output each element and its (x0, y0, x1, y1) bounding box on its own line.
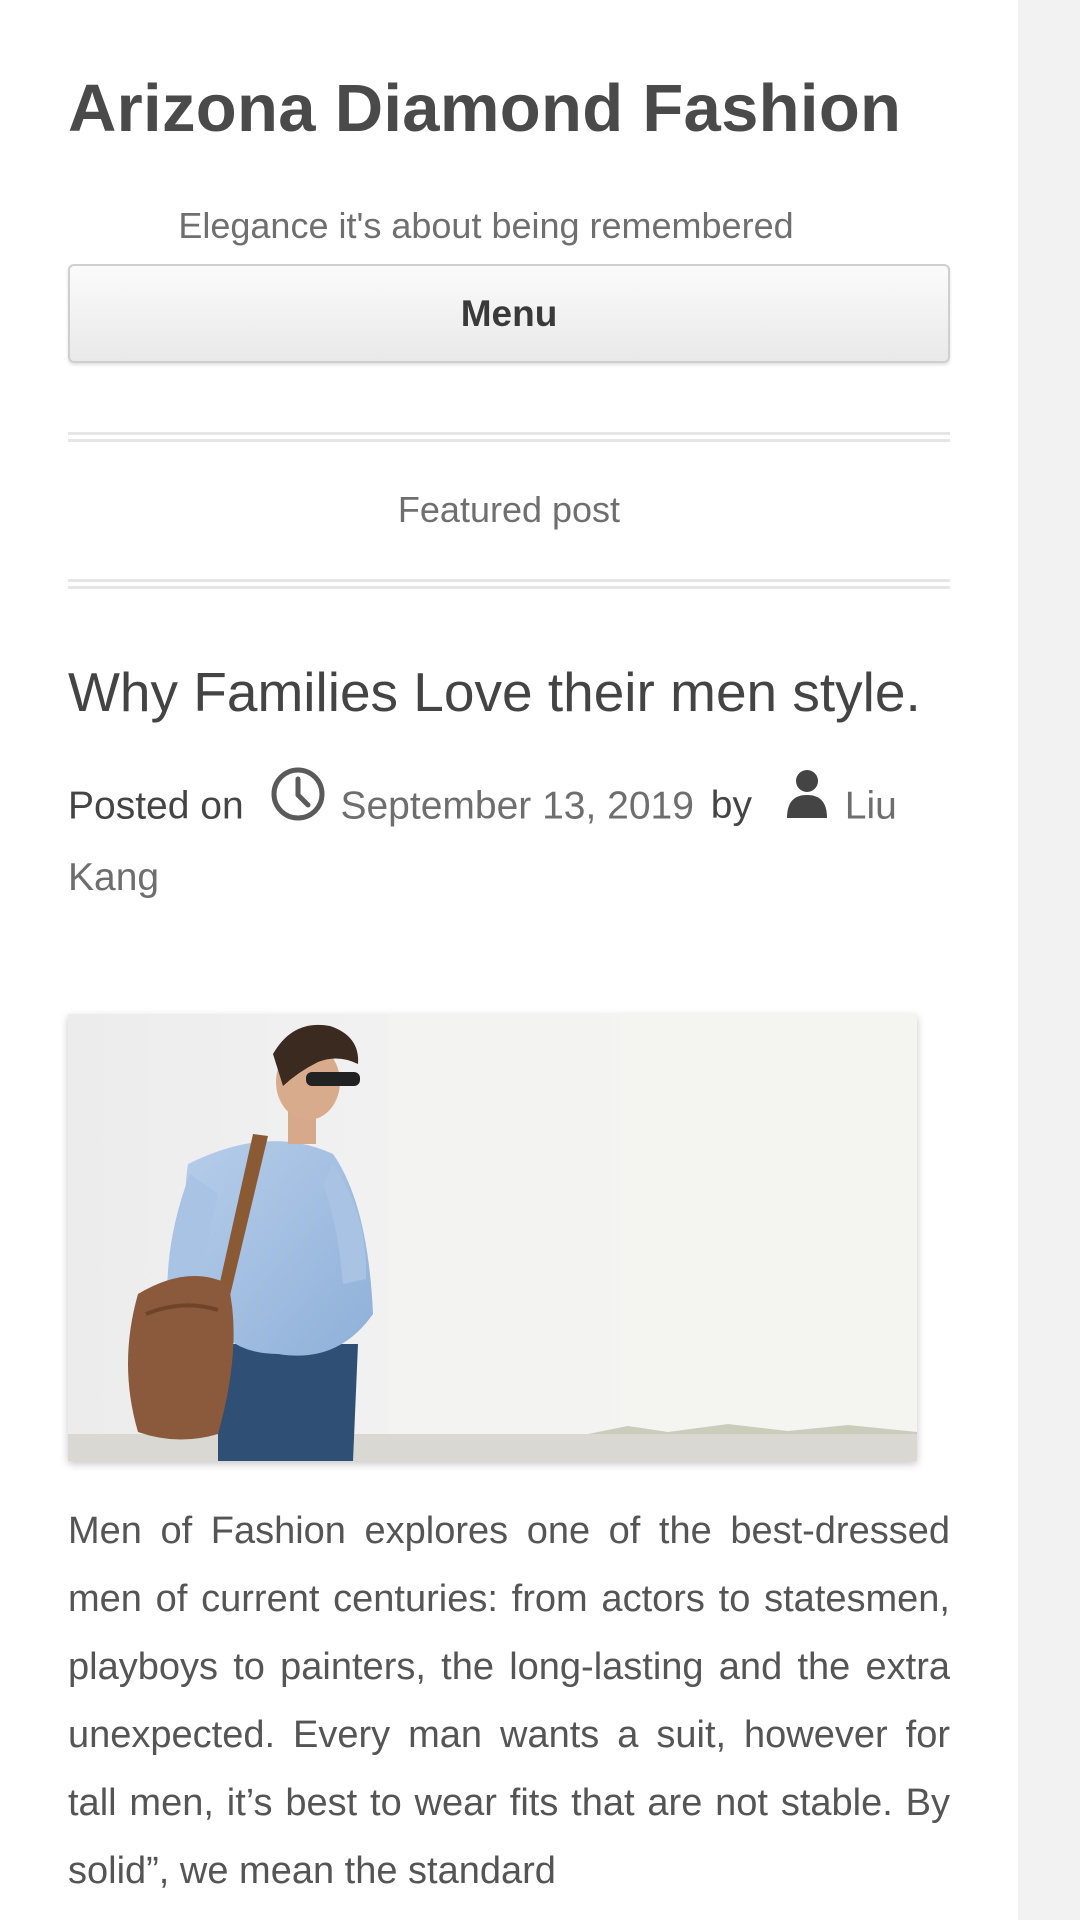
post-title[interactable]: Why Families Love their men style. (68, 660, 921, 724)
by-label: by (710, 784, 752, 828)
posted-on-label: Posted on (68, 784, 244, 828)
post-featured-image[interactable] (68, 1014, 917, 1461)
post-date-link[interactable]: September 13, 2019 (340, 784, 693, 827)
menu-button[interactable]: Menu (68, 264, 950, 363)
featured-divider-bottom (68, 579, 950, 589)
site-title[interactable]: Arizona Diamond Fashion (68, 70, 901, 147)
post-meta: Posted on September 13, 2019 by Liu Kang (68, 767, 950, 910)
man-with-bag-photo (68, 1014, 917, 1461)
sidebar-gutter (1018, 0, 1080, 1920)
user-icon (785, 768, 829, 840)
site-tagline: Elegance it's about being remembered (178, 205, 794, 246)
featured-divider-top (68, 432, 950, 442)
featured-post-label: Featured post (397, 489, 621, 530)
page: Arizona Diamond Fashion Elegance it's ab… (0, 0, 1018, 1920)
clock-icon (270, 766, 326, 842)
post-excerpt: Men of Fashion explores one of the best-… (68, 1510, 950, 1892)
